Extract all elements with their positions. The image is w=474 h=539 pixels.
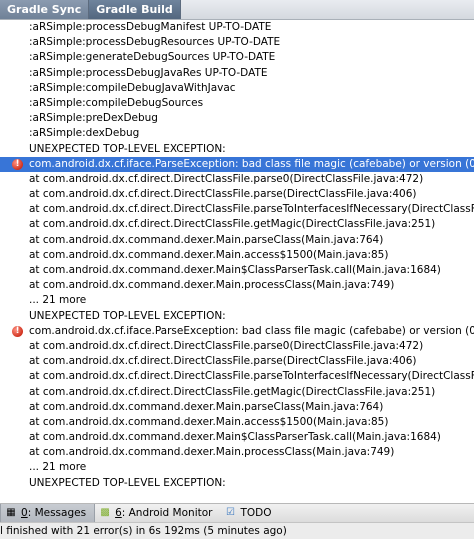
log-row[interactable]: :aRSimple:processDebugResources UP-TO-DA… [0,35,474,50]
tab-gradle-sync[interactable]: Gradle Sync [0,0,90,19]
log-row[interactable]: at com.android.dx.command.dexer.Main.par… [0,400,474,415]
android-icon: ▩ [100,507,110,518]
log-row-text: :aRSimple:processDebugJavaRes UP-TO-DATE [29,66,268,79]
log-row-text: :aRSimple:processDebugManifest UP-TO-DAT… [29,21,272,33]
log-row-text: at com.android.dx.cf.direct.DirectClassF… [29,355,417,368]
log-row-text: at com.android.dx.cf.direct.DirectClassF… [29,218,436,231]
log-row-text: at com.android.dx.cf.direct.DirectClassF… [29,339,424,352]
log-row[interactable]: at com.android.dx.command.dexer.Main$Cla… [0,263,474,278]
log-row-text: at com.android.dx.cf.direct.DirectClassF… [29,385,436,398]
log-row-text: at com.android.dx.cf.direct.DirectClassF… [29,370,474,383]
log-row-text: at com.android.dx.cf.direct.DirectClassF… [29,188,417,201]
log-row[interactable]: ... 21 more [0,460,474,475]
tool-window-tab-bar: Gradle Sync Gradle Build [0,0,474,20]
log-row-text: at com.android.dx.cf.direct.DirectClassF… [29,203,474,216]
log-row-text: :aRSimple:preDexDebug [29,112,158,125]
log-row-text: at com.android.dx.command.dexer.Main$Cla… [29,431,441,444]
log-row-text: :aRSimple:dexDebug [29,127,140,140]
log-row-text: UNEXPECTED TOP-LEVEL EXCEPTION: [29,476,226,486]
log-row-text: :aRSimple:compileDebugJavaWithJavac [29,81,236,94]
log-row[interactable]: :aRSimple:generateDebugSources UP-TO-DAT… [0,50,474,65]
log-row[interactable]: :aRSimple:processDebugManifest UP-TO-DAT… [0,20,474,35]
tab-messages-label: : Messages [27,507,87,519]
log-error-row[interactable]: ! com.android.dx.cf.iface.ParseException:… [0,156,474,172]
log-row[interactable]: at com.android.dx.command.dexer.Main.pro… [0,278,474,293]
log-row[interactable]: at com.android.dx.command.dexer.Main$Cla… [0,430,474,445]
log-row[interactable]: at com.android.dx.command.dexer.Main.acc… [0,248,474,263]
log-row[interactable]: :aRSimple:compileDebugSources [0,96,474,111]
error-icon: ! [12,158,23,170]
log-row[interactable]: at com.android.dx.command.dexer.Main.par… [0,233,474,248]
log-row-text: :aRSimple:processDebugResources UP-TO-DA… [29,36,281,49]
tab-todo[interactable]: ☑ TODO [220,504,279,522]
log-row[interactable]: at com.android.dx.cf.direct.DirectClassF… [0,172,474,187]
log-row[interactable]: at com.android.dx.cf.direct.DirectClassF… [0,217,474,232]
log-row-text: UNEXPECTED TOP-LEVEL EXCEPTION: [29,142,226,155]
bottom-tool-tabs: ▦ 0: Messages ▩ 6: Android Monitor ☑ TOD… [0,503,474,522]
log-error-row[interactable]: ! com.android.dx.cf.iface.ParseException:… [0,324,474,339]
log-row[interactable]: at com.android.dx.cf.direct.DirectClassF… [0,202,474,217]
log-row-text: ... 21 more [29,461,87,474]
log-row[interactable]: :aRSimple:preDexDebug [0,111,474,126]
tab-todo-label: TODO [240,507,272,519]
log-row-text: com.android.dx.cf.iface.ParseException: … [29,157,474,170]
tab-android-monitor[interactable]: ▩ 6: Android Monitor [95,504,220,522]
tab-android-monitor-num: 6 [115,507,122,519]
tab-messages[interactable]: ▦ 0: Messages [0,504,96,522]
log-row-text: at com.android.dx.command.dexer.Main.acc… [29,248,389,261]
tab-messages-num: 0 [21,507,28,519]
log-row[interactable]: UNEXPECTED TOP-LEVEL EXCEPTION: [0,142,474,157]
log-row-text: UNEXPECTED TOP-LEVEL EXCEPTION: [29,309,226,322]
log-row-text: at com.android.dx.command.dexer.Main.pro… [29,446,395,459]
gradle-tool-window: Gradle Sync Gradle Build :aRSimple:proce… [0,0,474,539]
log-row-text: ... 21 more [29,294,87,307]
log-row[interactable]: ... 21 more [0,293,474,308]
log-row-text: at com.android.dx.command.dexer.Main.par… [29,233,384,246]
log-row[interactable]: :aRSimple:compileDebugJavaWithJavac [0,81,474,96]
log-row[interactable]: at com.android.dx.cf.direct.DirectClassF… [0,339,474,354]
log-row-text: at com.android.dx.command.dexer.Main.par… [29,400,384,413]
log-row[interactable]: at com.android.dx.cf.direct.DirectClassF… [0,354,474,369]
tab-gradle-build[interactable]: Gradle Build [89,0,181,19]
log-row-text: com.android.dx.cf.iface.ParseException: … [29,324,474,337]
tab-android-monitor-label: : Android Monitor [121,507,213,519]
log-row[interactable]: UNEXPECTED TOP-LEVEL EXCEPTION: [0,309,474,324]
log-row[interactable]: :aRSimple:processDebugJavaRes UP-TO-DATE [0,66,474,81]
log-row-text: :aRSimple:generateDebugSources UP-TO-DAT… [29,51,276,64]
log-row[interactable]: UNEXPECTED TOP-LEVEL EXCEPTION: [0,476,474,486]
log-row[interactable]: at com.android.dx.cf.direct.DirectClassF… [0,187,474,202]
messages-icon: ▦ [6,507,16,518]
log-row[interactable]: at com.android.dx.command.dexer.Main.acc… [0,415,474,430]
build-log-list[interactable]: :aRSimple:processDebugManifest UP-TO-DAT… [0,20,474,486]
log-row[interactable]: at com.android.dx.cf.direct.DirectClassF… [0,369,474,384]
log-row-text: :aRSimple:compileDebugSources [29,96,204,109]
log-row-text: at com.android.dx.command.dexer.Main.acc… [29,415,389,428]
log-row[interactable]: :aRSimple:dexDebug [0,126,474,141]
log-row[interactable]: at com.android.dx.cf.direct.DirectClassF… [0,385,474,400]
log-row-text: at com.android.dx.command.dexer.Main.pro… [29,279,395,292]
log-row[interactable]: at com.android.dx.command.dexer.Main.pro… [0,445,474,460]
status-bar: l finished with 21 error(s) in 6s 192ms … [0,522,474,539]
todo-icon: ☑ [226,507,235,518]
error-icon: ! [12,325,23,337]
log-row-text: at com.android.dx.cf.direct.DirectClassF… [29,172,424,185]
log-row-text: at com.android.dx.command.dexer.Main$Cla… [29,264,441,276]
